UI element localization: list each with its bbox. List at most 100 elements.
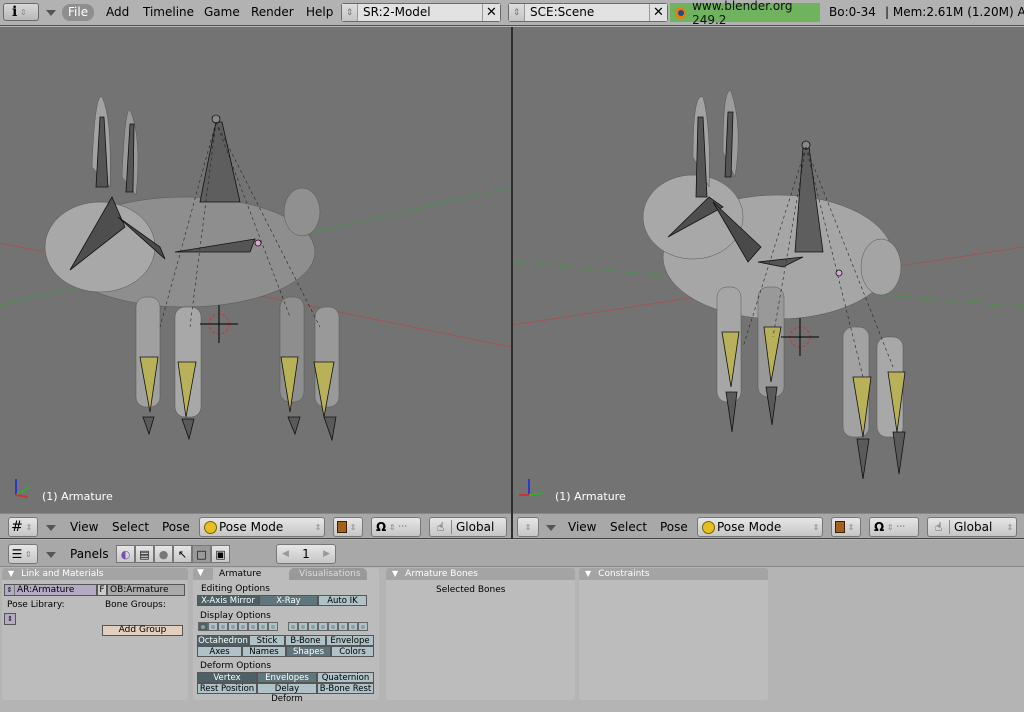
scene-icon[interactable]: ▣ [211, 545, 230, 563]
panel-header[interactable]: ▼ Constraints [579, 568, 768, 580]
toggle-shapes[interactable]: Shapes [286, 646, 331, 657]
draw-type-button[interactable]: ⇕ [831, 517, 861, 537]
bone-layers-1[interactable] [198, 622, 278, 631]
close-icon[interactable]: ✕ [482, 4, 500, 21]
close-icon[interactable]: ✕ [649, 4, 667, 21]
updown-icon[interactable]: ⇕ [342, 4, 358, 21]
draw-bbone[interactable]: B-Bone [285, 635, 326, 646]
menu-timeline[interactable]: Timeline [139, 4, 198, 21]
menu-game[interactable]: Game [200, 4, 244, 21]
collapse-icon: ▼ [8, 569, 15, 578]
hand-icon[interactable]: ☝ [430, 520, 452, 534]
menu-help[interactable]: Help [302, 4, 337, 21]
constraints-panel: ▼ Constraints [579, 568, 768, 700]
menu-file[interactable]: File [62, 4, 95, 21]
buttons-window-icon: ☰ [11, 547, 23, 561]
deform-options-label: Deform Options [200, 661, 272, 671]
editor-type-button[interactable]: i ⇕ [3, 3, 39, 21]
editor-type-button[interactable]: # ⇕ [8, 517, 38, 537]
armature-panel: ▼ Armature Visualisations Editing Option… [193, 568, 379, 704]
editing-icon[interactable]: □ [192, 545, 211, 563]
tab-armature[interactable]: Armature [213, 568, 289, 580]
vertex-groups-toggle[interactable]: Vertex Groups [197, 672, 257, 693]
scene-canvas-left[interactable] [0, 27, 511, 513]
updown-icon: ⇕ [19, 7, 27, 17]
3d-cursor-icon [200, 305, 238, 343]
panel-header[interactable]: ▼ Armature Bones [386, 568, 575, 580]
toggle-axes[interactable]: Axes [197, 646, 242, 657]
pivot-button[interactable]: Ω ⇕ ⋯ [371, 517, 421, 537]
mode-selector[interactable]: Pose Mode ⇕ [697, 517, 823, 537]
menu-pose[interactable]: Pose [162, 520, 190, 534]
updown-icon[interactable]: ⇕ [509, 4, 525, 21]
rest-position-toggle[interactable]: Rest Position [197, 683, 257, 694]
fake-user-button[interactable]: F [97, 584, 107, 596]
mode-selector[interactable]: Pose Mode ⇕ [199, 517, 325, 537]
screen-selector[interactable]: ⇕ SR:2-Model ✕ [341, 3, 501, 22]
collapse-icon[interactable]: ▼ [193, 568, 213, 580]
panels-menu[interactable]: Panels [70, 547, 109, 561]
viewport-divider[interactable] [511, 27, 513, 539]
version-text: www.blender.org 249.2 [692, 0, 793, 27]
collapse-menu-icon[interactable] [46, 525, 56, 531]
draw-type-button[interactable]: ⇕ [333, 517, 363, 537]
scene-selector[interactable]: ⇕ SCE:Scene ✕ [508, 3, 668, 22]
menu-render[interactable]: Render [247, 4, 298, 21]
draw-stick[interactable]: Stick [249, 635, 285, 646]
menu-select[interactable]: Select [610, 520, 647, 534]
decrement-icon[interactable]: ◀ [282, 549, 289, 559]
object-name-field[interactable]: OB:Armature [107, 584, 185, 596]
screen-name[interactable]: SR:2-Model [358, 4, 482, 21]
menu-view[interactable]: View [568, 520, 596, 534]
editing-options-label: Editing Options [201, 584, 270, 594]
pivot-button[interactable]: Ω ⇕ ⋯ [869, 517, 919, 537]
script-icon[interactable]: ▤ [135, 545, 154, 563]
collapse-menu-icon[interactable] [46, 552, 56, 558]
quaternion-toggle[interactable]: Quaternion [317, 672, 374, 683]
bone-layers-2[interactable] [288, 622, 368, 631]
menu-pose[interactable]: Pose [660, 520, 688, 534]
draw-octahedron[interactable]: Octahedron [197, 635, 249, 646]
toggle-names[interactable]: Names [242, 646, 286, 657]
toggle-colors[interactable]: Colors [331, 646, 374, 657]
envelopes-toggle[interactable]: Envelopes [257, 672, 317, 683]
pivot-icon: Ω [874, 520, 885, 534]
draw-envelope[interactable]: Envelope [326, 635, 374, 646]
scene-name[interactable]: SCE:Scene [525, 4, 649, 21]
armature-datablock[interactable]: ⇕ AR:Armature [4, 584, 97, 596]
auto-ik-toggle[interactable]: Auto IK [318, 595, 367, 606]
panel-tabs: ▼ Armature Visualisations [193, 568, 379, 580]
pivot-icon: Ω [376, 520, 387, 534]
collapse-menu-icon[interactable] [46, 10, 56, 16]
viewport-right[interactable]: (1) Armature [513, 27, 1024, 513]
axis-gizmo-icon [519, 479, 544, 496]
shading-icon[interactable]: ● [154, 545, 173, 563]
version-badge: www.blender.org 249.2 [670, 0, 820, 27]
snap-icon[interactable]: ⋯ [896, 522, 905, 532]
object-icon[interactable]: ↖ [173, 545, 192, 563]
menu-view[interactable]: View [70, 520, 98, 534]
snap-icon[interactable]: ⋯ [398, 522, 407, 532]
hand-icon[interactable]: ☝ [928, 520, 950, 534]
editor-type-button[interactable]: ⇕ [517, 517, 539, 537]
logic-icon[interactable]: ◐ [116, 545, 135, 563]
add-group-button[interactable]: Add Group [102, 625, 183, 636]
bone-stats: Bo:0-34 [829, 5, 876, 19]
bbone-rest-toggle[interactable]: B-Bone Rest [317, 683, 374, 694]
orientation-selector[interactable]: ☝ Global [429, 517, 507, 537]
delay-deform-toggle[interactable]: Delay Deform [257, 683, 317, 704]
editor-type-button[interactable]: ☰ ⇕ [8, 544, 38, 564]
menu-add[interactable]: Add [102, 4, 133, 21]
pose-library-selector[interactable]: ⇕ [4, 613, 16, 625]
frame-field[interactable]: ◀ 1 ▶ [276, 544, 336, 564]
scene-canvas-right[interactable] [513, 27, 1024, 513]
x-ray-toggle[interactable]: X-Ray [259, 595, 318, 606]
tab-visualisations[interactable]: Visualisations [289, 568, 367, 580]
menu-select[interactable]: Select [112, 520, 149, 534]
orientation-selector[interactable]: ☝ Global ⇕ [927, 517, 1017, 537]
viewport-left[interactable]: (1) Armature [0, 27, 511, 513]
collapse-menu-icon[interactable] [546, 525, 556, 531]
x-axis-mirror-toggle[interactable]: X-Axis Mirror [197, 595, 259, 606]
increment-icon[interactable]: ▶ [323, 549, 330, 559]
panel-header[interactable]: ▼ Link and Materials [2, 568, 188, 580]
